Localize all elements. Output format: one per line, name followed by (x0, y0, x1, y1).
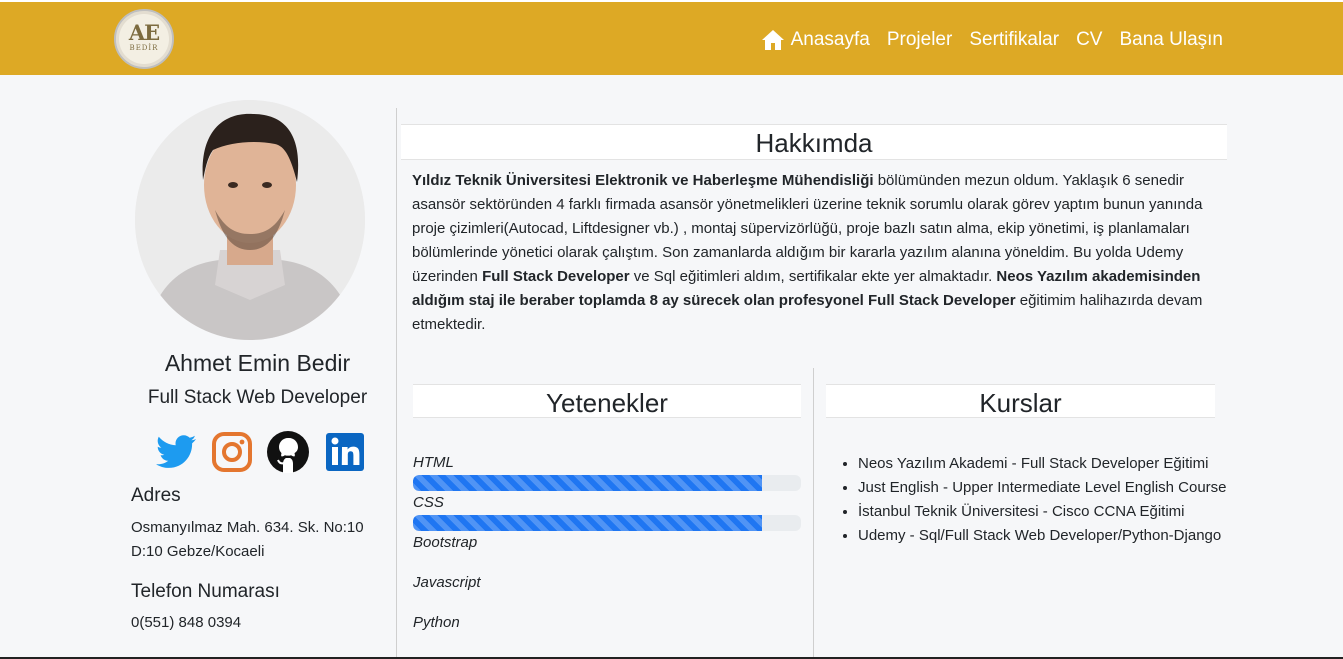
nav-contact[interactable]: Bana Ulaşın (1119, 28, 1223, 52)
skill-label-css: CSS (413, 494, 444, 511)
logo-text: AE (128, 20, 160, 45)
logo-subtext: BEDİR (129, 44, 159, 52)
instagram-icon[interactable] (210, 430, 254, 474)
address-text: Osmanyılmaz Mah. 634. Sk. No:10 D:10 Geb… (131, 516, 381, 564)
skill-label-html: HTML (413, 454, 454, 471)
skills-courses-divider (813, 368, 814, 659)
social-links (154, 430, 366, 474)
nav-certificates[interactable]: Sertifikalar (969, 28, 1059, 52)
skills-heading: Yetenekler (413, 384, 801, 418)
address-line-2: D:10 Gebze/Kocaeli (131, 543, 265, 560)
column-divider (396, 108, 397, 659)
nav-projects[interactable]: Projeler (887, 28, 952, 52)
about-bold-1: Yıldız Teknik Üniversitesi Elektronik ve… (412, 172, 874, 189)
about-text: Yıldız Teknik Üniversitesi Elektronik ve… (412, 169, 1212, 337)
navbar: AE BEDİR Anasayfa Projeler Sertifikalar … (0, 2, 1343, 75)
about-bold-2: Full Stack Developer (482, 268, 630, 285)
profile-photo (135, 100, 365, 340)
nav-home-label: Anasayfa (790, 29, 870, 50)
address-line-1: Osmanyılmaz Mah. 634. Sk. No:10 (131, 519, 364, 536)
brand-logo[interactable]: AE BEDİR (114, 9, 174, 69)
profile-photo-image (135, 100, 365, 340)
linkedin-icon[interactable] (322, 430, 366, 474)
skill-label-bootstrap: Bootstrap (413, 534, 478, 551)
home-icon (761, 30, 784, 50)
about-heading: Hakkımda (401, 124, 1227, 160)
course-item: Udemy - Sql/Full Stack Web Developer/Pyt… (858, 524, 1228, 548)
courses-list: Neos Yazılım Akademi - Full Stack Develo… (838, 452, 1228, 548)
skill-label-javascript: Javascript (413, 574, 481, 591)
courses-heading: Kurslar (826, 384, 1215, 418)
skill-bar-html (413, 475, 801, 491)
course-item: Neos Yazılım Akademi - Full Stack Develo… (858, 452, 1228, 476)
skill-bar-css (413, 515, 801, 531)
phone-number: 0(551) 848 0394 (131, 614, 242, 631)
twitter-icon[interactable] (154, 430, 198, 474)
skill-label-python: Python (413, 614, 460, 631)
profile-title: Full Stack Web Developer (147, 387, 368, 408)
main-nav: Anasayfa Projeler Sertifikalar CV Bana U… (761, 28, 1223, 52)
profile-name: Ahmet Emin Bedir (164, 350, 351, 376)
skill-bar-fill-html (413, 475, 763, 491)
nav-home[interactable]: Anasayfa (761, 28, 870, 52)
about-text-2: ve Sql eğitimleri aldım, sertifikalar ek… (629, 268, 997, 285)
github-icon[interactable] (266, 430, 310, 474)
phone-heading: Telefon Numarası (131, 581, 280, 602)
nav-cv[interactable]: CV (1076, 28, 1102, 52)
course-item: İstanbul Teknik Üniversitesi - Cisco CCN… (858, 500, 1228, 524)
skill-bar-fill-css (413, 515, 763, 531)
address-heading: Adres (131, 485, 181, 506)
course-item: Just English - Upper Intermediate Level … (858, 476, 1228, 500)
